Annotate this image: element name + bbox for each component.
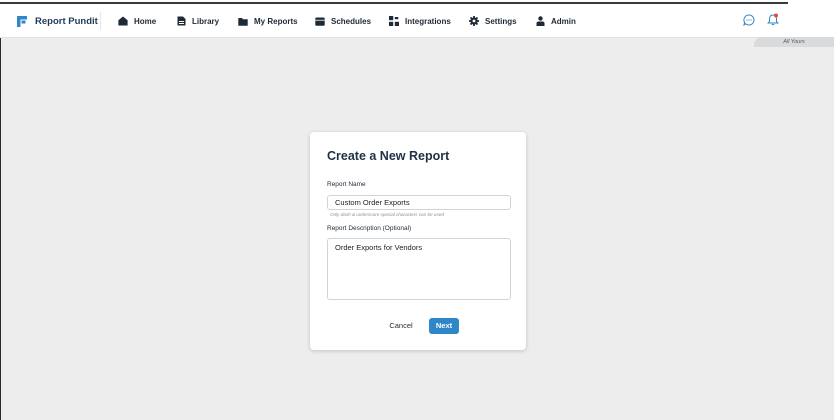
gear-icon	[469, 16, 479, 26]
nav-item-library[interactable]: Library	[177, 14, 219, 28]
grid-icon	[389, 16, 399, 26]
dialog-title: Create a New Report	[327, 149, 450, 163]
document-icon	[177, 16, 186, 26]
home-icon	[118, 16, 128, 26]
nav-item-label: Schedules	[331, 16, 372, 26]
next-button[interactable]: Next	[429, 318, 459, 334]
cancel-button[interactable]: Cancel	[378, 319, 424, 333]
calendar-icon	[315, 17, 325, 26]
chat-icon[interactable]	[743, 14, 755, 26]
report-name-hint: Only dash & underscore special character…	[330, 212, 444, 217]
report-description-textarea[interactable]: Order Exports for Vendors	[327, 238, 511, 300]
brand-divider	[100, 12, 101, 30]
notification-dot	[774, 13, 778, 18]
nav-item-admin[interactable]: Admin	[536, 14, 576, 28]
report-description-label: Report Description (Optional)	[327, 225, 412, 232]
nav-item-schedules[interactable]: Schedules	[315, 14, 371, 28]
nav-item-label: Home	[134, 16, 157, 26]
nav-item-label: Settings	[485, 16, 517, 26]
nav-item-home[interactable]: Home	[118, 14, 156, 28]
report-name-input[interactable]: Custom Order Exports	[327, 195, 511, 210]
top-navbar: Report Pundit Home Library My Reports Sc…	[0, 4, 834, 38]
report-name-label: Report Name	[327, 181, 366, 188]
folder-icon	[238, 17, 248, 26]
nav-item-label: Integrations	[405, 16, 451, 26]
bell-icon[interactable]	[767, 13, 779, 26]
brand[interactable]: Report Pundit	[16, 13, 98, 29]
nav-item-label: Admin	[551, 16, 576, 26]
brand-name: Report Pundit	[35, 15, 98, 27]
nav-item-my-reports[interactable]: My Reports	[238, 14, 298, 28]
nav-item-label: Library	[192, 16, 220, 26]
user-icon	[536, 16, 545, 26]
create-report-dialog: Create a New Report Report Name Custom O…	[310, 132, 526, 350]
left-edge	[0, 38, 1, 420]
nav-item-integrations[interactable]: Integrations	[389, 14, 451, 28]
report-pundit-logo-icon	[17, 15, 27, 27]
plan-tag: All Yours	[754, 37, 834, 47]
nav-item-label: My Reports	[254, 16, 298, 26]
nav-item-settings[interactable]: Settings	[469, 14, 517, 28]
